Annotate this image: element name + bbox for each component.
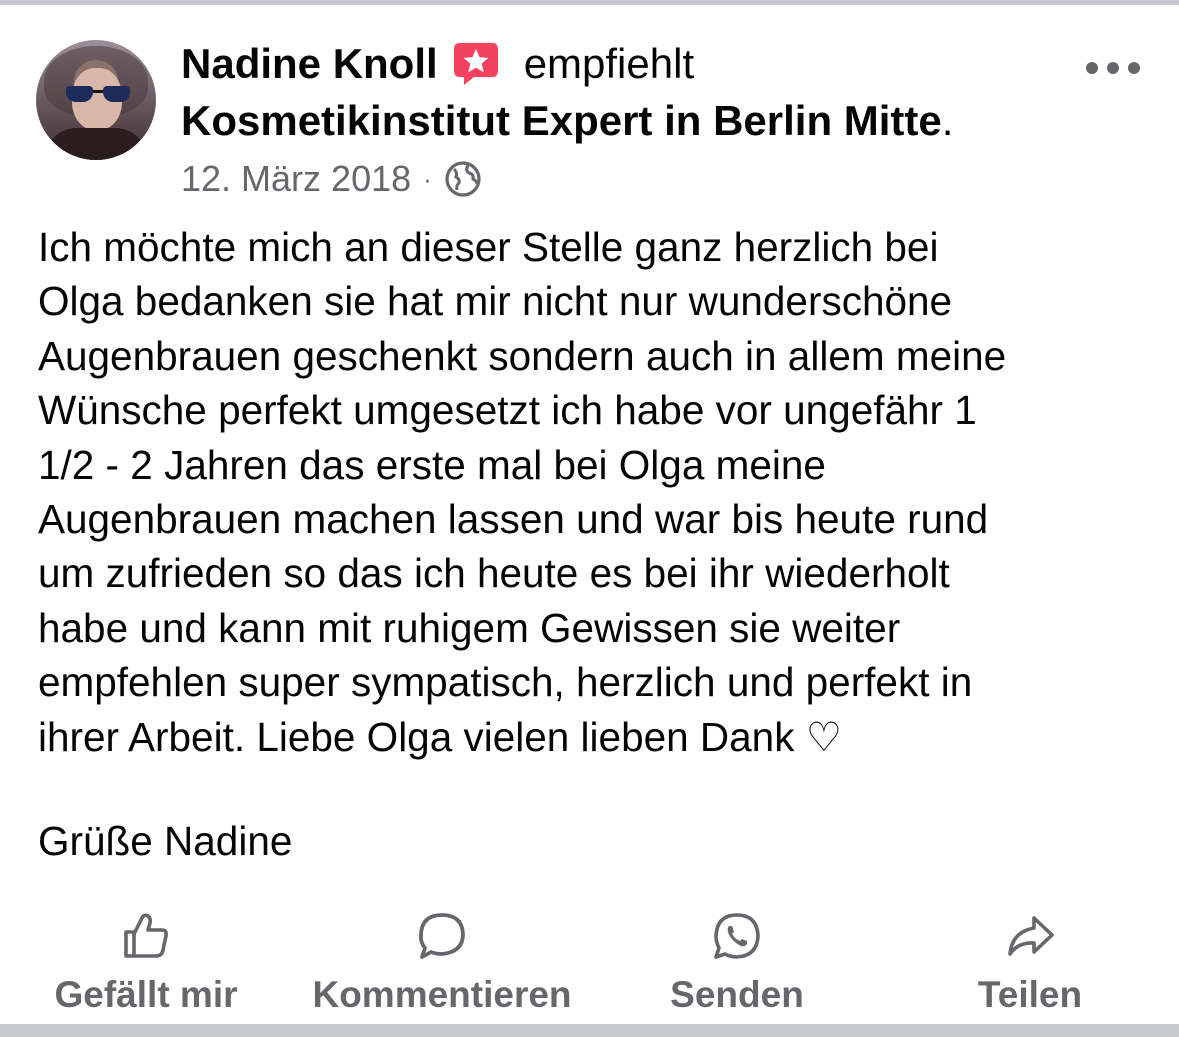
post-body-line: Olga bedanken sie hat mir nicht nur wund… <box>38 278 953 325</box>
page-name-suffix: . <box>941 97 954 144</box>
post-header: Nadine Knoll empfiehlt <box>181 38 694 90</box>
share-label: Teilen <box>977 974 1083 1015</box>
more-options-icon[interactable] <box>1086 58 1140 78</box>
comment-label: Kommentieren <box>312 974 572 1015</box>
comment-button[interactable]: Kommentieren <box>304 910 580 1016</box>
post-body-line: Augenbrauen machen lassen und war bis he… <box>38 496 989 543</box>
post-body-line: habe und kann mit ruhigem Gewissen sie w… <box>38 604 901 651</box>
comment-bubble-icon <box>418 913 465 959</box>
post-body-line: um zufrieden so das ich heute es bei ihr… <box>38 550 950 597</box>
recommends-text: empfiehlt <box>523 40 695 87</box>
post-body-line: Wünsche perfekt umgesetzt ich habe vor u… <box>38 387 977 434</box>
share-arrow-icon <box>1008 916 1054 956</box>
page-name-line: Kosmetikinstitut Expert in Berlin Mitte. <box>181 97 953 145</box>
thumbs-up-icon <box>124 913 168 958</box>
page-name-link[interactable]: Kosmetikinstitut Expert in Berlin Mitte <box>181 97 942 144</box>
post-body-line: Ich möchte mich an dieser Stelle ganz he… <box>38 224 939 270</box>
post-date[interactable]: 12. März 2018 <box>181 158 411 200</box>
post-body-line: Augenbrauen geschenkt sondern auch in al… <box>38 332 1007 379</box>
meta-separator: · <box>423 163 432 194</box>
post-greeting: Grüße Nadine <box>38 818 293 864</box>
top-separator <box>0 0 1179 5</box>
share-button[interactable]: Teilen <box>972 910 1088 1016</box>
recommendation-star-icon <box>453 43 498 85</box>
post-body: Ich möchte mich an dieser Stelle ganz he… <box>38 220 1148 764</box>
post-body-line: ihrer Arbeit. Liebe Olga vielen lieben D… <box>38 713 843 760</box>
post-meta: 12. März 2018 · <box>181 157 482 201</box>
like-button[interactable]: Gefällt mir <box>48 910 244 1016</box>
send-button[interactable]: Senden <box>664 910 810 1016</box>
globe-icon[interactable] <box>444 160 482 198</box>
whatsapp-icon <box>714 913 760 959</box>
like-label: Gefällt mir <box>54 974 238 1015</box>
author-name[interactable]: Nadine Knoll <box>181 40 438 88</box>
send-label: Senden <box>670 974 804 1015</box>
post-body-line: empfehlen super sympatisch, herzlich und… <box>38 659 973 706</box>
avatar[interactable] <box>36 40 156 160</box>
bottom-separator <box>0 1024 1179 1037</box>
post-body-line: 1/2 - 2 Jahren das erste mal bei Olga me… <box>38 441 826 488</box>
